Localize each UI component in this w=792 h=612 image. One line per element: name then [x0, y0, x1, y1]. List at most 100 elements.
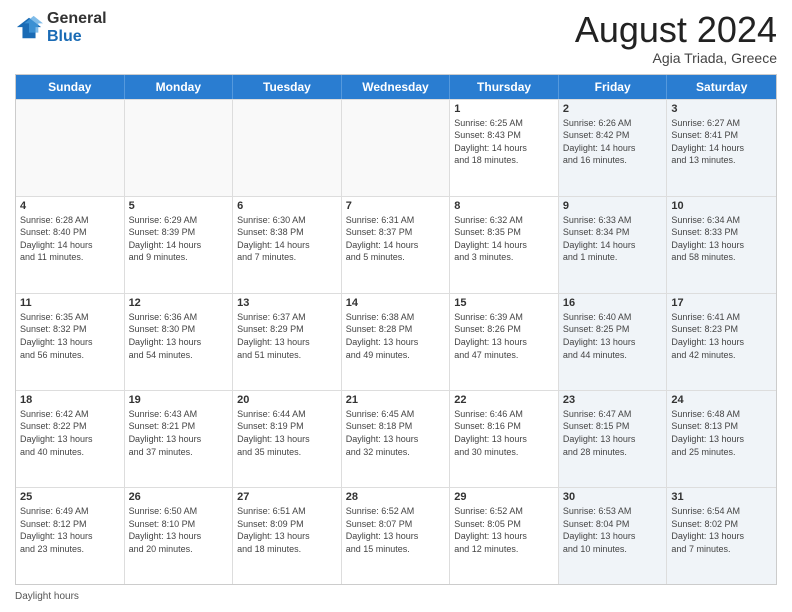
cal-cell: 17 Sunrise: 6:41 AMSunset: 8:23 PMDayligh… — [667, 294, 776, 390]
day-number: 4 — [20, 200, 120, 212]
cell-detail: Sunrise: 6:50 AMSunset: 8:10 PMDaylight:… — [129, 505, 229, 555]
cell-detail: Sunrise: 6:47 AMSunset: 8:15 PMDaylight:… — [563, 408, 663, 458]
week-row-5: 25Sunrise: 6:49 AMSunset: 8:12 PMDayligh… — [16, 487, 776, 584]
day-number: 23 — [563, 394, 663, 406]
cal-cell: 19 Sunrise: 6:43 AMSunset: 8:21 PMDayligh… — [125, 391, 234, 487]
cell-detail: Sunrise: 6:39 AMSunset: 8:26 PMDaylight:… — [454, 311, 554, 361]
cell-detail: Sunrise: 6:32 AMSunset: 8:35 PMDaylight:… — [454, 214, 554, 264]
cell-detail: Sunrise: 6:33 AMSunset: 8:34 PMDaylight:… — [563, 214, 663, 264]
day-number: 5 — [129, 200, 229, 212]
cal-cell: 11 Sunrise: 6:35 AMSunset: 8:32 PMDayligh… — [16, 294, 125, 390]
cell-detail: Sunrise: 6:51 AMSunset: 8:09 PMDaylight:… — [237, 505, 337, 555]
week-row-3: 11 Sunrise: 6:35 AMSunset: 8:32 PMDayligh… — [16, 293, 776, 390]
week-row-2: 4Sunrise: 6:28 AMSunset: 8:40 PMDaylight… — [16, 196, 776, 293]
cal-cell: 18 Sunrise: 6:42 AMSunset: 8:22 PMDayligh… — [16, 391, 125, 487]
header: General Blue August 2024 Agia Triada, Gr… — [15, 10, 777, 66]
day-number: 9 — [563, 200, 663, 212]
cal-cell: 5Sunrise: 6:29 AMSunset: 8:39 PMDaylight… — [125, 197, 234, 293]
cal-cell: 29 Sunrise: 6:52 AMSunset: 8:05 PMDayligh… — [450, 488, 559, 584]
day-number: 7 — [346, 200, 446, 212]
day-number: 10 — [671, 200, 772, 212]
logo: General Blue — [15, 10, 107, 45]
cell-detail: Sunrise: 6:38 AMSunset: 8:28 PMDaylight:… — [346, 311, 446, 361]
title-block: August 2024 Agia Triada, Greece — [575, 10, 777, 66]
cal-cell: 4Sunrise: 6:28 AMSunset: 8:40 PMDaylight… — [16, 197, 125, 293]
cal-cell: 22 Sunrise: 6:46 AMSunset: 8:16 PMDayligh… — [450, 391, 559, 487]
day-number: 17 — [671, 297, 772, 309]
cell-detail: Sunrise: 6:35 AMSunset: 8:32 PMDaylight:… — [20, 311, 120, 361]
day-header-saturday: Saturday — [667, 75, 776, 99]
day-number: 13 — [237, 297, 337, 309]
cal-cell: 15 Sunrise: 6:39 AMSunset: 8:26 PMDayligh… — [450, 294, 559, 390]
week-row-4: 18 Sunrise: 6:42 AMSunset: 8:22 PMDayligh… — [16, 390, 776, 487]
day-number: 6 — [237, 200, 337, 212]
cell-detail: Sunrise: 6:48 AMSunset: 8:13 PMDaylight:… — [671, 408, 772, 458]
day-number: 15 — [454, 297, 554, 309]
cal-cell: 30 Sunrise: 6:53 AMSunset: 8:04 PMDayligh… — [559, 488, 668, 584]
day-header-monday: Monday — [125, 75, 234, 99]
calendar: SundayMondayTuesdayWednesdayThursdayFrid… — [15, 74, 777, 585]
cell-detail: Sunrise: 6:43 AMSunset: 8:21 PMDaylight:… — [129, 408, 229, 458]
cal-cell: 12 Sunrise: 6:36 AMSunset: 8:30 PMDayligh… — [125, 294, 234, 390]
day-number: 29 — [454, 491, 554, 503]
month-title: August 2024 — [575, 10, 777, 50]
cal-cell: 31 Sunrise: 6:54 AMSunset: 8:02 PMDayligh… — [667, 488, 776, 584]
day-number: 20 — [237, 394, 337, 406]
cell-detail: Sunrise: 6:26 AMSunset: 8:42 PMDaylight:… — [563, 117, 663, 167]
day-number: 19 — [129, 394, 229, 406]
cal-cell: 8 Sunrise: 6:32 AMSunset: 8:35 PMDaylight… — [450, 197, 559, 293]
cal-cell: 10 Sunrise: 6:34 AMSunset: 8:33 PMDayligh… — [667, 197, 776, 293]
cal-cell: 21Sunrise: 6:45 AMSunset: 8:18 PMDayligh… — [342, 391, 451, 487]
day-number: 12 — [129, 297, 229, 309]
day-number: 22 — [454, 394, 554, 406]
logo-text: General Blue — [47, 10, 107, 45]
day-header-friday: Friday — [559, 75, 668, 99]
day-number: 2 — [563, 103, 663, 115]
day-number: 8 — [454, 200, 554, 212]
cal-cell: 14 Sunrise: 6:38 AMSunset: 8:28 PMDayligh… — [342, 294, 451, 390]
day-number: 24 — [671, 394, 772, 406]
day-header-sunday: Sunday — [16, 75, 125, 99]
day-header-wednesday: Wednesday — [342, 75, 451, 99]
cell-detail: Sunrise: 6:30 AMSunset: 8:38 PMDaylight:… — [237, 214, 337, 264]
day-number: 3 — [671, 103, 772, 115]
cell-detail: Sunrise: 6:36 AMSunset: 8:30 PMDaylight:… — [129, 311, 229, 361]
day-number: 21 — [346, 394, 446, 406]
logo-icon — [15, 14, 43, 42]
cal-cell: 23 Sunrise: 6:47 AMSunset: 8:15 PMDayligh… — [559, 391, 668, 487]
cell-detail: Sunrise: 6:53 AMSunset: 8:04 PMDaylight:… — [563, 505, 663, 555]
cal-cell: 7Sunrise: 6:31 AMSunset: 8:37 PMDaylight… — [342, 197, 451, 293]
location: Agia Triada, Greece — [575, 50, 777, 66]
day-number: 26 — [129, 491, 229, 503]
page: General Blue August 2024 Agia Triada, Gr… — [0, 0, 792, 612]
cell-detail: Sunrise: 6:54 AMSunset: 8:02 PMDaylight:… — [671, 505, 772, 555]
cal-cell: 24 Sunrise: 6:48 AMSunset: 8:13 PMDayligh… — [667, 391, 776, 487]
cal-cell: 25Sunrise: 6:49 AMSunset: 8:12 PMDayligh… — [16, 488, 125, 584]
cal-cell: 1 Sunrise: 6:25 AMSunset: 8:43 PMDaylight… — [450, 100, 559, 196]
cell-detail: Sunrise: 6:52 AMSunset: 8:05 PMDaylight:… — [454, 505, 554, 555]
footer-text: Daylight hours — [15, 591, 79, 602]
logo-general: General — [47, 10, 107, 28]
cell-detail: Sunrise: 6:41 AMSunset: 8:23 PMDaylight:… — [671, 311, 772, 361]
cell-detail: Sunrise: 6:42 AMSunset: 8:22 PMDaylight:… — [20, 408, 120, 458]
cell-detail: Sunrise: 6:44 AMSunset: 8:19 PMDaylight:… — [237, 408, 337, 458]
cell-detail: Sunrise: 6:27 AMSunset: 8:41 PMDaylight:… — [671, 117, 772, 167]
cell-detail: Sunrise: 6:34 AMSunset: 8:33 PMDaylight:… — [671, 214, 772, 264]
day-number: 1 — [454, 103, 554, 115]
day-number: 25 — [20, 491, 120, 503]
cell-detail: Sunrise: 6:25 AMSunset: 8:43 PMDaylight:… — [454, 117, 554, 167]
cal-cell: 6 Sunrise: 6:30 AMSunset: 8:38 PMDaylight… — [233, 197, 342, 293]
cell-detail: Sunrise: 6:52 AMSunset: 8:07 PMDaylight:… — [346, 505, 446, 555]
footer: Daylight hours — [15, 591, 777, 602]
cal-cell: 3 Sunrise: 6:27 AMSunset: 8:41 PMDaylight… — [667, 100, 776, 196]
day-number: 11 — [20, 297, 120, 309]
day-number: 18 — [20, 394, 120, 406]
day-number: 31 — [671, 491, 772, 503]
day-number: 30 — [563, 491, 663, 503]
cal-cell — [342, 100, 451, 196]
day-number: 14 — [346, 297, 446, 309]
calendar-body: 1 Sunrise: 6:25 AMSunset: 8:43 PMDaylight… — [16, 99, 776, 584]
cell-detail: Sunrise: 6:46 AMSunset: 8:16 PMDaylight:… — [454, 408, 554, 458]
day-number: 27 — [237, 491, 337, 503]
cal-cell — [16, 100, 125, 196]
